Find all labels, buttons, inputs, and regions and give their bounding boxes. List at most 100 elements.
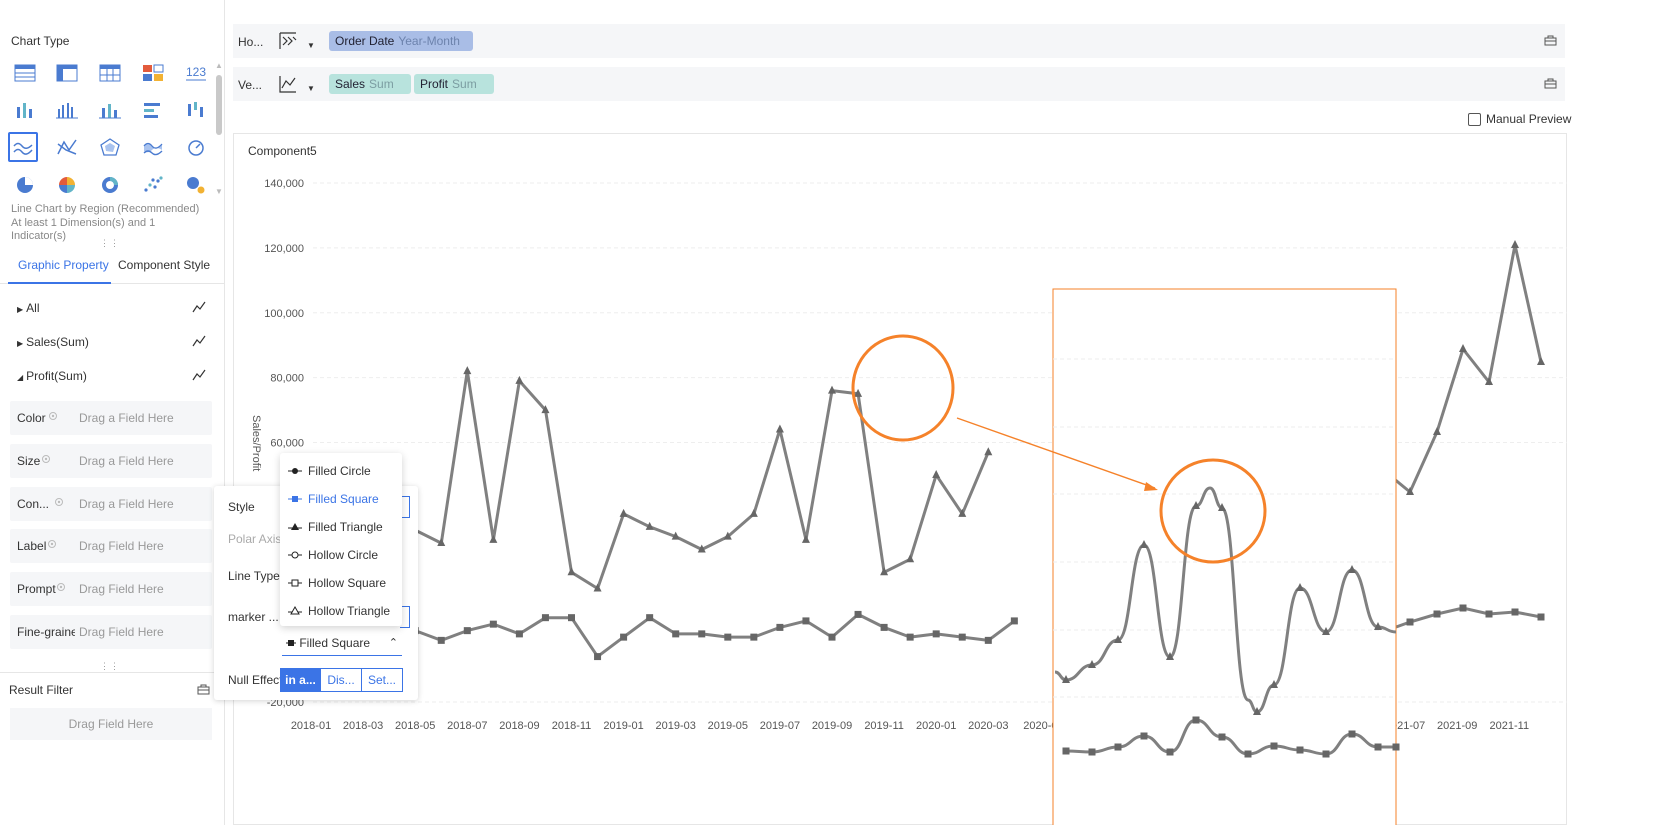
marker-option-hollow-circle[interactable]: Hollow Circle xyxy=(288,545,378,565)
field-prompt[interactable]: Prompt Drag Field Here xyxy=(10,572,212,606)
chevron-up-icon: ⌃ xyxy=(388,637,398,649)
profit-series-point xyxy=(594,653,602,661)
style-label: Style xyxy=(228,500,255,514)
gear-icon[interactable] xyxy=(54,497,64,507)
x-tick-label: 2021-09 xyxy=(1437,720,1477,732)
zoom-profit-point xyxy=(1374,743,1382,751)
resize-handle[interactable]: ⋮⋮ xyxy=(100,239,120,248)
sales-series-right-line xyxy=(1392,244,1543,495)
result-filter-drop[interactable]: Drag Field Here xyxy=(10,708,212,740)
chart-type-title: Chart Type xyxy=(11,34,70,48)
marker-option-filled-square[interactable]: Filled Square xyxy=(288,489,379,509)
sales-series-point xyxy=(932,469,941,478)
drop-zone[interactable]: Drag Field Here xyxy=(79,539,164,553)
grouped-table-icon[interactable] xyxy=(95,58,125,88)
gear-icon[interactable] xyxy=(47,539,57,549)
line-chart[interactable]: 140,000120,000100,00080,00060,000-20,000… xyxy=(233,133,1567,825)
hollow-triangle-icon xyxy=(288,605,302,615)
bubble-chart-icon[interactable] xyxy=(181,170,211,200)
marker-option-hollow-square[interactable]: Hollow Square xyxy=(288,573,386,593)
scatter-plot-icon[interactable] xyxy=(138,170,168,200)
column-chart-icon[interactable] xyxy=(95,95,125,125)
stacked-bar-icon[interactable] xyxy=(10,95,40,125)
null-option-dis[interactable]: Dis... xyxy=(320,668,362,692)
line-type-icon[interactable] xyxy=(192,335,206,347)
table-icon[interactable] xyxy=(10,58,40,88)
drop-zone[interactable]: Drag a Field Here xyxy=(79,454,174,468)
tab-component-style[interactable]: Component Style xyxy=(118,258,210,272)
gear-icon[interactable] xyxy=(48,411,58,421)
drop-zone[interactable]: Drag a Field Here xyxy=(79,497,174,511)
field-label[interactable]: Label Drag Field Here xyxy=(10,529,212,563)
profit-series-point xyxy=(880,623,888,631)
line-type-icon[interactable] xyxy=(192,301,206,313)
gauge-icon[interactable] xyxy=(181,132,211,162)
scroll-down-arrow[interactable]: ▼ xyxy=(215,188,223,196)
pie-chart-icon[interactable] xyxy=(10,170,40,200)
field-con[interactable]: Con... Drag a Field Here xyxy=(10,487,212,521)
filled-square-icon xyxy=(288,496,302,502)
tree-item-sales[interactable]: ▶ Sales(Sum) xyxy=(17,335,212,355)
chart-type-scrollbar[interactable] xyxy=(216,75,222,135)
null-option-set[interactable]: Set... xyxy=(361,668,403,692)
line-chart-icon[interactable] xyxy=(8,132,38,162)
line-type-icon[interactable] xyxy=(192,369,206,381)
donut-chart-icon[interactable] xyxy=(95,170,125,200)
manual-preview-toggle[interactable]: Manual Preview xyxy=(1468,112,1571,127)
x-tick-label: 2019-11 xyxy=(864,720,904,732)
tab-graphic-property[interactable]: Graphic Property xyxy=(18,258,109,272)
field-fine-grained[interactable]: Fine-graine Drag Field Here xyxy=(10,615,212,649)
marker-option-filled-circle[interactable]: Filled Circle xyxy=(288,461,371,481)
caret-down-icon[interactable]: ▼ xyxy=(307,84,315,93)
marker-option-hollow-triangle[interactable]: Hollow Triangle xyxy=(288,601,390,621)
axis-icon[interactable] xyxy=(277,30,299,52)
checkbox[interactable] xyxy=(1468,113,1481,127)
profit-series-point xyxy=(1406,618,1414,626)
drop-zone[interactable]: Drag Field Here xyxy=(79,582,164,596)
grouped-bar-icon[interactable] xyxy=(52,95,82,125)
gear-icon[interactable] xyxy=(56,582,66,592)
zoom-profit-point xyxy=(1296,746,1304,754)
profit-series-point xyxy=(568,614,575,622)
radar-chart-icon[interactable] xyxy=(95,132,125,162)
shelf-settings-icon[interactable] xyxy=(1544,77,1557,89)
left-panel: Chart Type 123 ▲ ▼ Line Chart by Region … xyxy=(0,0,225,825)
sales-series-point xyxy=(489,534,498,543)
profit-series-point xyxy=(698,630,706,638)
resize-handle[interactable]: ⋮⋮ xyxy=(100,662,120,671)
x-tick-label: 2020-03 xyxy=(968,720,1008,732)
marker-option-filled-triangle[interactable]: Filled Triangle xyxy=(288,517,383,537)
filter-settings-icon[interactable] xyxy=(197,683,210,695)
tree-item-all[interactable]: ▶ All xyxy=(17,301,212,321)
x-tick-label: 2018-09 xyxy=(499,720,539,732)
dashboard-icon[interactable] xyxy=(138,58,168,88)
x-tick-label: 2019-01 xyxy=(603,720,643,732)
marker-select[interactable]: Filled Square ⌃ xyxy=(282,634,402,656)
pill-sales[interactable]: Sales Sum xyxy=(329,74,411,94)
x-tick-label: 2019-09 xyxy=(812,720,852,732)
option-label: Hollow Square xyxy=(308,576,387,590)
drop-zone[interactable]: Drag Field Here xyxy=(79,625,164,639)
number-icon[interactable]: 123 xyxy=(181,58,211,88)
gear-icon[interactable] xyxy=(41,454,51,464)
caret-down-icon[interactable]: ▼ xyxy=(307,41,315,50)
waterfall-icon[interactable] xyxy=(181,95,211,125)
field-color[interactable]: Color Drag a Field Here xyxy=(10,401,212,435)
field-size[interactable]: Size Drag a Field Here xyxy=(10,444,212,478)
multi-pie-icon[interactable] xyxy=(52,170,82,200)
pill-profit[interactable]: Profit Sum xyxy=(414,74,494,94)
tree-item-profit[interactable]: ◢ Profit(Sum) xyxy=(17,369,212,389)
scroll-up-arrow[interactable]: ▲ xyxy=(215,62,223,70)
radar-line-icon[interactable] xyxy=(52,132,82,162)
axis-icon[interactable] xyxy=(277,73,299,95)
profit-series-point xyxy=(802,617,810,625)
drop-zone[interactable]: Drag a Field Here xyxy=(79,411,174,425)
shelf-settings-icon[interactable] xyxy=(1544,34,1557,46)
crosstab-icon[interactable] xyxy=(52,58,82,88)
null-option-in-a[interactable]: in a... xyxy=(280,668,321,692)
area-chart-icon[interactable] xyxy=(138,132,168,162)
pill-order-date[interactable]: Order Date Year-Month xyxy=(329,31,473,51)
sales-series-point xyxy=(906,554,915,563)
horizontal-bar-icon[interactable] xyxy=(138,95,168,125)
y-tick-label: 120,000 xyxy=(264,243,304,255)
